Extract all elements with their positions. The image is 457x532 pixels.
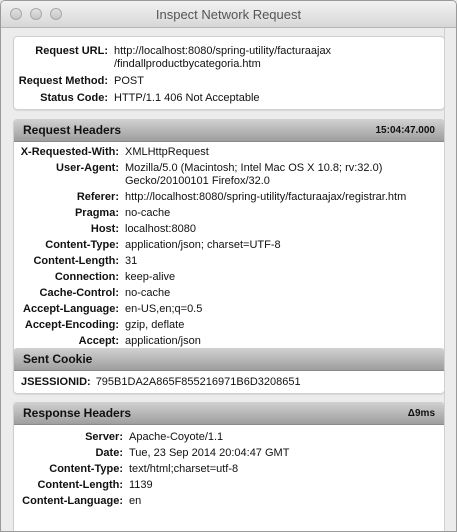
request-summary-list: Request URL: http://localhost:8080/spring… xyxy=(14,37,444,105)
cookie-row: JSESSIONID: 795B1DA2A865F855216971B6D3208… xyxy=(14,376,444,389)
response-headers-list: Server: Apache-Coyote/1.1 Date: Tue, 23 Sep… xyxy=(14,425,444,508)
header-name: Cache-Control: xyxy=(39,287,119,299)
header-name: Status Code: xyxy=(40,92,108,104)
response-header-row: Content-Language: en xyxy=(14,495,444,508)
header-name: Request URL: xyxy=(35,45,108,57)
request-header-row: Accept-Encoding: gzip, deflate xyxy=(14,319,444,332)
header-name: Request Method: xyxy=(18,75,108,87)
inspect-network-request-window: Inspect Network Request Request URL: http… xyxy=(0,0,457,532)
header-name: Host: xyxy=(90,223,119,235)
header-value: http://localhost:8080/spring-utility/fac… xyxy=(125,191,407,203)
header-value: localhost:8080 xyxy=(125,223,196,235)
request-headers-header[interactable]: Request Headers 15:04:47.000 xyxy=(14,120,444,142)
summary-row: Status Code: HTTP/1.1 406 Not Acceptable xyxy=(14,92,444,105)
header-name: Content-Language: xyxy=(22,495,123,507)
vertical-scrollbar[interactable] xyxy=(444,28,456,531)
sent-cookie-list: JSESSIONID: 795B1DA2A865F855216971B6D3208… xyxy=(14,376,444,389)
header-name: Date: xyxy=(95,447,123,459)
request-header-row: Cache-Control: no-cache xyxy=(14,287,444,300)
request-header-row: Connection: keep-alive xyxy=(14,271,444,284)
response-headers-title: Response Headers xyxy=(23,406,132,420)
title-bar[interactable]: Inspect Network Request xyxy=(1,1,456,28)
request-header-row: X-Requested-With: XMLHttpRequest xyxy=(14,146,444,159)
header-value: no-cache xyxy=(125,287,171,299)
header-name: Accept-Encoding: xyxy=(24,319,119,331)
request-header-row: Accept-Language: en-US,en;q=0.5 xyxy=(14,303,444,316)
content-area: Request URL: http://localhost:8080/spring… xyxy=(1,28,456,531)
header-name: Content-Length: xyxy=(33,255,119,267)
request-header-row: Content-Length: 31 xyxy=(14,255,444,268)
sent-cookie-header[interactable]: Sent Cookie xyxy=(14,349,444,371)
summary-row: Request Method: POST xyxy=(14,75,444,88)
header-value: en-US,en;q=0.5 xyxy=(125,303,203,315)
header-value: XMLHttpRequest xyxy=(125,146,209,158)
request-headers-list: X-Requested-With: XMLHttpRequest User-Agen… xyxy=(14,142,444,348)
header-name: Referer: xyxy=(76,191,119,203)
header-value: text/html;charset=utf-8 xyxy=(129,463,239,475)
header-value: application/json; charset=UTF-8 xyxy=(125,239,281,251)
request-headers-title: Request Headers xyxy=(23,123,122,137)
header-value: 31 xyxy=(125,255,138,267)
header-name: Server: xyxy=(85,431,123,443)
header-value: http://localhost:8080/spring-utility/fac… xyxy=(114,45,332,70)
response-headers-header[interactable]: Response Headers Δ9ms xyxy=(14,403,444,425)
response-header-row: Date: Tue, 23 Sep 2014 20:04:47 GMT xyxy=(14,447,444,460)
response-header-row: Server: Apache-Coyote/1.1 xyxy=(14,431,444,444)
sent-cookie-title: Sent Cookie xyxy=(23,352,93,366)
header-name: User-Agent: xyxy=(56,162,119,174)
sent-cookie-panel: Sent Cookie JSESSIONID: 795B1DA2A865F8552… xyxy=(13,348,445,394)
header-value: Apache-Coyote/1.1 xyxy=(129,431,224,443)
header-value: 1139 xyxy=(129,479,153,491)
header-value: keep-alive xyxy=(125,271,176,283)
summary-row: Request URL: http://localhost:8080/spring… xyxy=(14,45,444,71)
request-header-row: Content-Type: application/json; charset=U… xyxy=(14,239,444,252)
header-name: Content-Type: xyxy=(45,239,119,251)
response-headers-panel: Response Headers Δ9ms Server: Apache-Coyo… xyxy=(13,402,445,531)
header-name: Accept-Language: xyxy=(23,303,119,315)
header-name: Accept: xyxy=(78,335,119,347)
request-summary-panel: Request URL: http://localhost:8080/spring… xyxy=(13,36,445,110)
header-name: Pragma: xyxy=(74,207,119,219)
header-value: Tue, 23 Sep 2014 20:04:47 GMT xyxy=(129,447,290,459)
header-name: Connection: xyxy=(54,271,119,283)
header-value: application/json xyxy=(125,335,201,347)
header-value: Mozilla/5.0 (Macintosh; Intel Mac OS X 1… xyxy=(125,162,383,187)
response-header-row: Content-Length: 1139 xyxy=(14,479,444,492)
header-name: JSESSIONID: xyxy=(21,376,91,388)
request-header-row: Referer: http://localhost:8080/spring-uti… xyxy=(14,191,444,204)
header-value: no-cache xyxy=(125,207,171,219)
request-header-row: User-Agent: Mozilla/5.0 (Macintosh; Intel… xyxy=(14,162,444,188)
request-header-row: Pragma: no-cache xyxy=(14,207,444,220)
request-timestamp: 15:04:47.000 xyxy=(375,125,436,136)
request-header-row: Host: localhost:8080 xyxy=(14,223,444,236)
request-headers-panel: Request Headers 15:04:47.000 X-Requested… xyxy=(13,119,445,383)
request-header-row: Accept: application/json xyxy=(14,335,444,348)
header-name: Content-Length: xyxy=(37,479,123,491)
header-value: 795B1DA2A865F855216971B6D3208651 xyxy=(95,376,301,388)
window-title: Inspect Network Request xyxy=(155,7,302,22)
header-value: HTTP/1.1 406 Not Acceptable xyxy=(114,92,260,104)
header-name: Content-Type: xyxy=(49,463,123,475)
header-name: X-Requested-With: xyxy=(20,146,119,158)
response-header-row: Content-Type: text/html;charset=utf-8 xyxy=(14,463,444,476)
header-value: en xyxy=(129,495,142,507)
header-value: POST xyxy=(114,75,144,87)
header-value: gzip, deflate xyxy=(125,319,185,331)
response-duration: Δ9ms xyxy=(407,408,435,419)
